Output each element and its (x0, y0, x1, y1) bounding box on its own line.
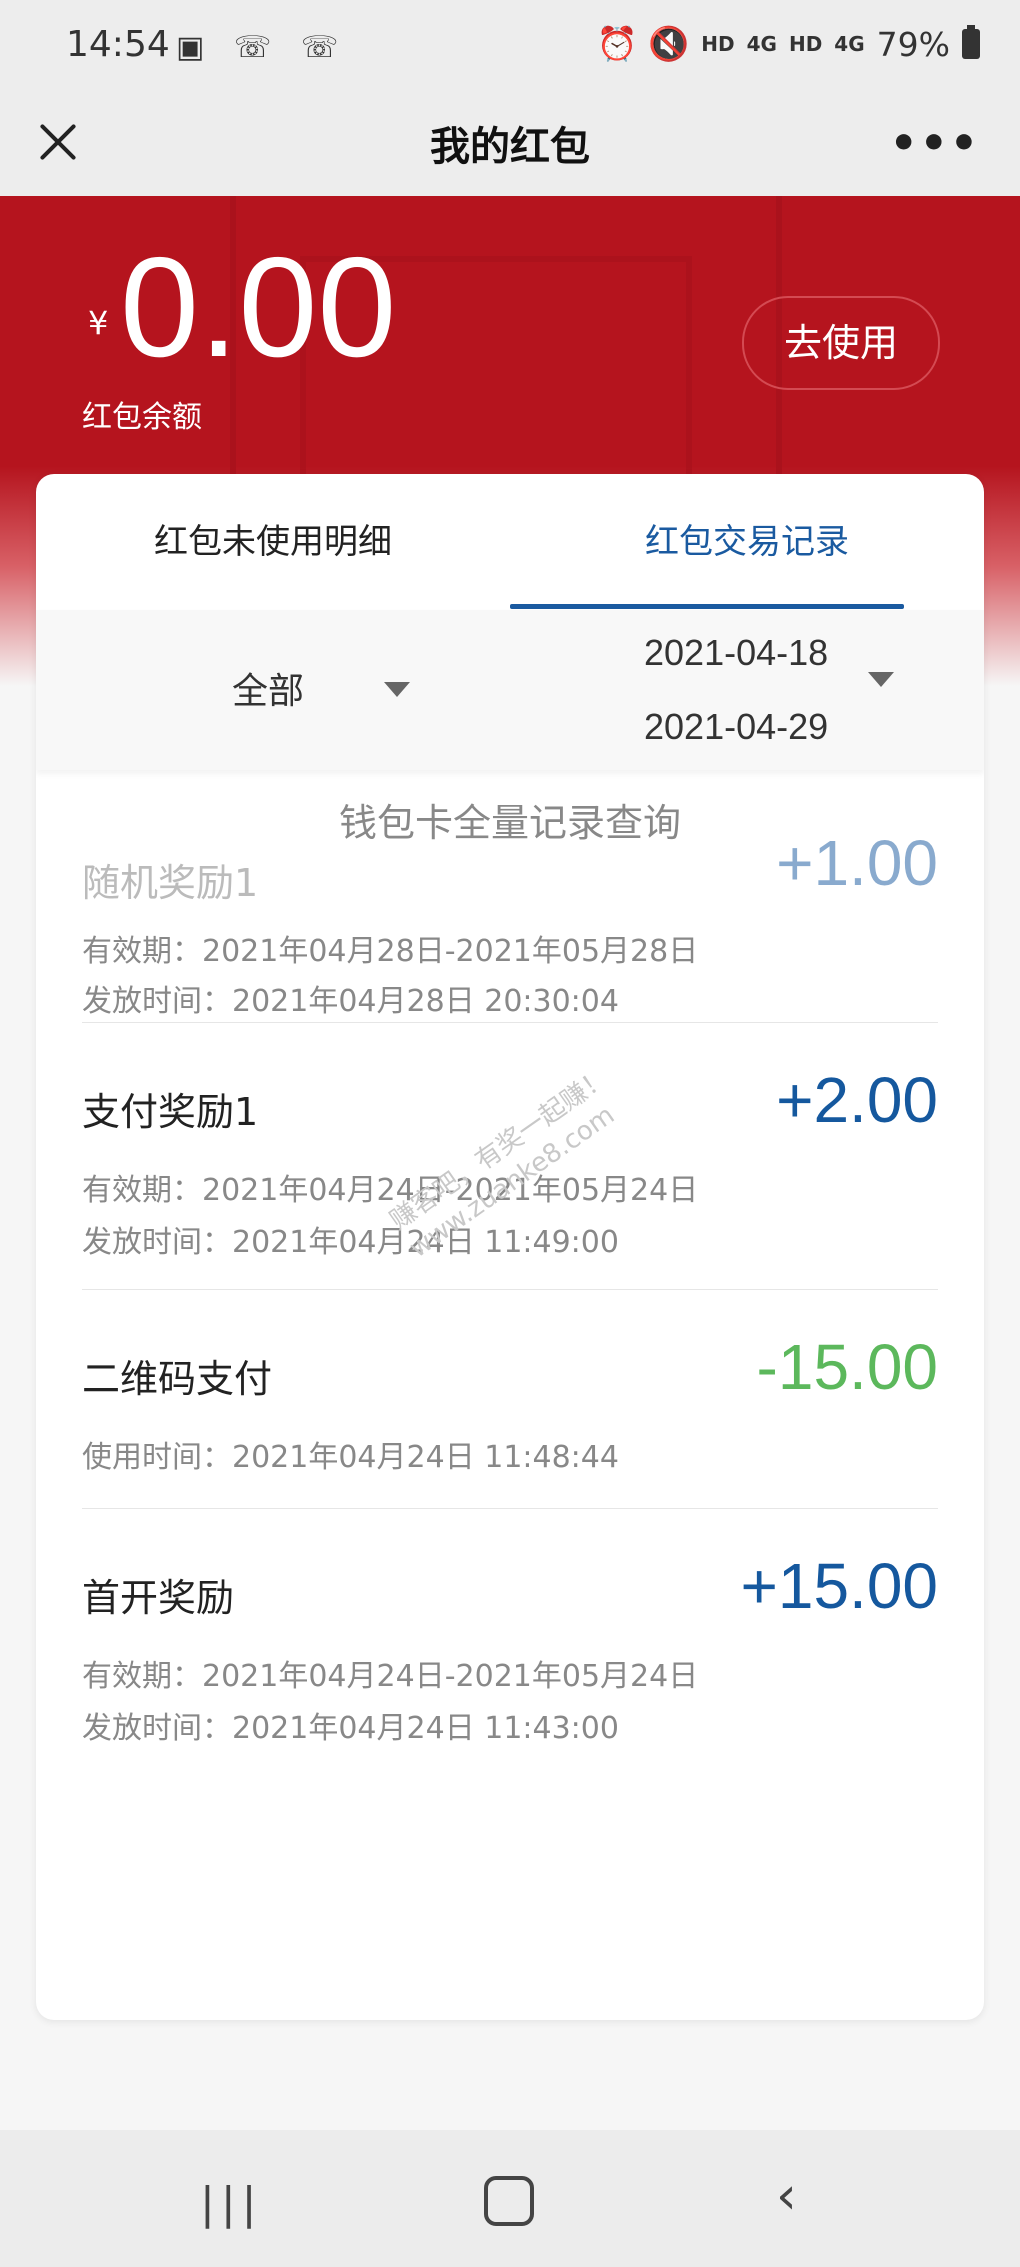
status-right: ⏰ 🔇 HD 4G HD 4G 79% (597, 24, 980, 64)
header: 我的红包 ••• (0, 92, 1020, 196)
balance-amount: 0.00 (120, 228, 397, 387)
record-detail: 发放时间：2021年04月28日 20:30:04 (82, 984, 619, 1019)
chevron-down-icon[interactable] (868, 672, 894, 687)
page-title: 我的红包 (430, 124, 590, 170)
filter-bar: 全部 2021-04-18 2021-04-29 (36, 610, 984, 770)
use-button[interactable]: 去使用 (742, 296, 940, 390)
list-item[interactable]: 随机奖励1 +1.00 有效期：2021年04月28日-2021年05月28日 … (82, 827, 938, 1023)
type-filter-select[interactable]: 全部 (232, 662, 304, 714)
record-detail: 发放时间：2021年04月24日 11:43:00 (82, 1711, 619, 1746)
home-icon[interactable] (484, 2176, 534, 2226)
record-detail: 发放时间：2021年04月24日 11:49:00 (82, 1225, 619, 1260)
status-time: 14:54 (66, 24, 170, 65)
hd-label-1: HD (701, 32, 735, 56)
balance-label: 红包余额 (82, 400, 202, 435)
alarm-mute-icons: ⏰ 🔇 (596, 24, 690, 63)
record-name: 二维码支付 (82, 1357, 273, 1401)
list-item[interactable]: 二维码支付 -15.00 使用时间：2021年04月24日 11:48:44 (82, 1290, 938, 1509)
notification-icons: ▣ ☏ ☏ (176, 30, 349, 65)
record-detail: 有效期：2021年04月24日-2021年05月24日 (82, 1173, 699, 1208)
chevron-down-icon[interactable] (384, 682, 410, 697)
tab-transaction-records[interactable]: 红包交易记录 (510, 514, 984, 563)
status-bar: 14:54 ▣ ☏ ☏ ⏰ 🔇 HD 4G HD 4G 79% (0, 0, 1020, 92)
record-name: 支付奖励1 (82, 1090, 259, 1134)
start-date[interactable]: 2021-04-18 (644, 632, 828, 674)
record-list: 随机奖励1 +1.00 有效期：2021年04月28日-2021年05月28日 … (82, 827, 938, 1775)
tab-unused-detail[interactable]: 红包未使用明细 (36, 514, 510, 563)
tab-bar: 红包未使用明细 红包交易记录 (36, 474, 984, 610)
battery-percent: 79% (876, 24, 950, 64)
active-tab-indicator (510, 604, 904, 609)
back-icon[interactable]: ‹ (776, 2166, 797, 2226)
record-amount: +15.00 (740, 1550, 938, 1622)
record-amount: -15.00 (756, 1331, 938, 1403)
network-4g-1: 4G (746, 32, 777, 56)
end-date[interactable]: 2021-04-29 (644, 706, 828, 748)
system-nav-bar: ||| ‹ (0, 2130, 1020, 2267)
full-records-query-link[interactable]: 钱包卡全量记录查询 (36, 792, 984, 847)
record-name: 随机奖励1 (82, 861, 259, 905)
recent-apps-icon[interactable]: ||| (200, 2178, 262, 2229)
records-card: 红包未使用明细 红包交易记录 全部 2021-04-18 2021-04-29 … (36, 474, 984, 2020)
battery-icon (962, 25, 980, 59)
hd-label-2: HD (788, 32, 823, 56)
currency-symbol: ¥ (88, 304, 109, 342)
record-detail: 有效期：2021年04月28日-2021年05月28日 (82, 934, 699, 969)
network-4g-2: 4G (834, 32, 865, 56)
record-name: 首开奖励 (82, 1576, 235, 1620)
list-item[interactable]: 首开奖励 +15.00 有效期：2021年04月24日-2021年05月24日 … (82, 1509, 938, 1775)
record-detail: 使用时间：2021年04月24日 11:48:44 (82, 1440, 619, 1475)
more-options-icon[interactable]: ••• (890, 118, 980, 169)
record-amount: +2.00 (776, 1064, 938, 1136)
record-detail: 有效期：2021年04月24日-2021年05月24日 (82, 1659, 699, 1694)
